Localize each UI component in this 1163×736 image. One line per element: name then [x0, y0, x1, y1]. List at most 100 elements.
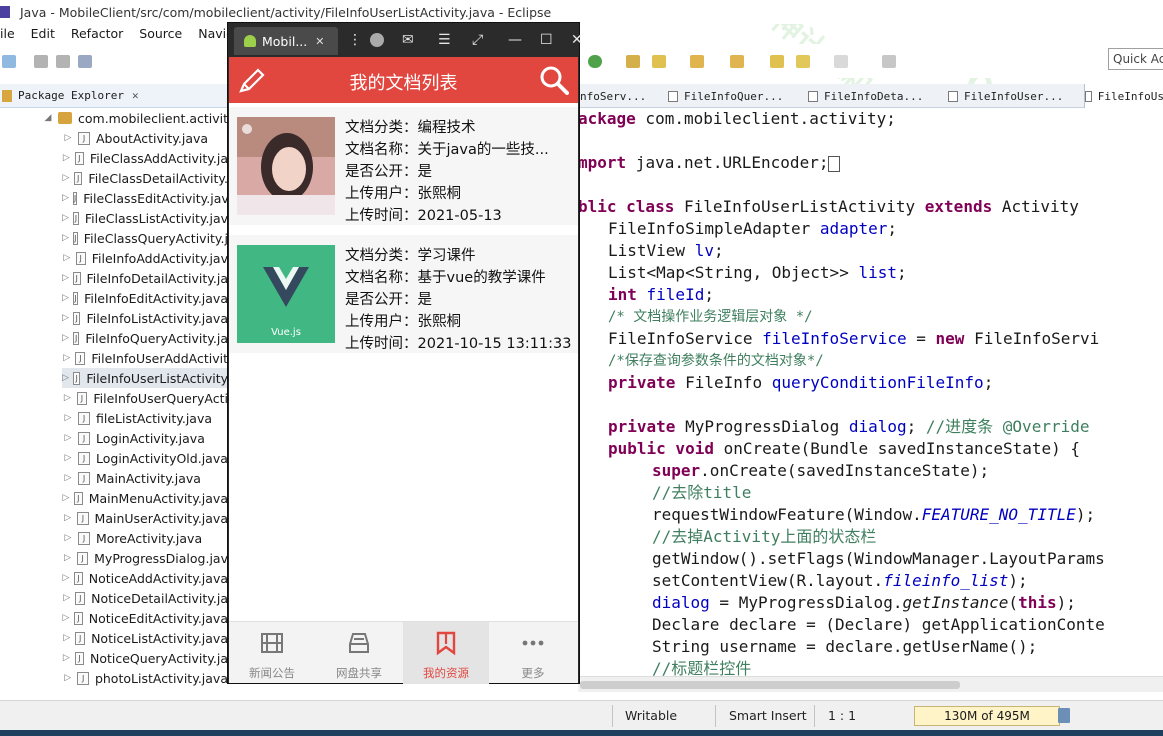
file-node[interactable]: ▷ J NoticeQueryActivity.ja — [62, 648, 228, 668]
minimize-icon[interactable]: — — [508, 32, 522, 48]
expand-arrow-icon[interactable]: ▷ — [62, 393, 73, 403]
save-all-icon[interactable] — [56, 55, 70, 68]
expand-arrow-icon[interactable]: ▷ — [62, 253, 72, 263]
editor-tab-active[interactable]: FileInfoUs — [1084, 84, 1163, 108]
expand-arrow-icon[interactable]: ▷ — [62, 493, 70, 503]
expand-arrow-icon[interactable]: ▷ — [62, 213, 69, 223]
expand-arrow-icon[interactable]: ▷ — [62, 673, 73, 683]
package-node[interactable]: ◢ com.mobileclient.activity — [42, 108, 228, 128]
editor-tab[interactable]: FileInfoUser... — [948, 84, 1082, 108]
search-tool-icon[interactable] — [652, 55, 666, 68]
expand-arrow-icon[interactable]: ▷ — [62, 613, 70, 623]
file-node[interactable]: ▷ J LoginActivityOld.java — [62, 448, 228, 468]
expand-arrow-icon[interactable]: ▷ — [62, 293, 69, 303]
account-icon[interactable] — [370, 33, 384, 47]
file-node[interactable]: ▷ J AboutActivity.java — [62, 128, 228, 148]
fullscreen-icon[interactable]: ⤢ — [472, 32, 483, 48]
close-icon[interactable]: ✕ — [132, 89, 139, 102]
expand-arrow-icon[interactable]: ▷ — [62, 553, 73, 563]
expand-arrow-icon[interactable]: ▷ — [62, 353, 71, 363]
expand-arrow-icon[interactable]: ▷ — [62, 513, 73, 523]
new-icon[interactable] — [2, 55, 16, 68]
annotation-next-icon[interactable] — [690, 55, 704, 68]
expand-arrow-icon[interactable]: ▷ — [62, 433, 74, 443]
file-node[interactable]: ▷ J FileInfoUserAddActivit — [62, 348, 228, 368]
file-node[interactable]: ▷ J FileInfoUserListActivity — [62, 368, 228, 388]
expand-arrow-icon[interactable]: ▷ — [62, 533, 74, 543]
mail-icon[interactable]: ✉ — [402, 32, 414, 48]
file-node[interactable]: ▷ J FileInfoUserQueryActi — [62, 388, 228, 408]
expand-arrow-icon[interactable]: ▷ — [62, 453, 74, 463]
forward-icon[interactable] — [834, 55, 848, 68]
nav-my-resources[interactable]: 我的资源 — [403, 622, 489, 684]
file-node[interactable]: ▷ JfileListActivity.java — [62, 408, 228, 428]
garbage-collect-icon[interactable] — [1058, 708, 1070, 723]
open-type-icon[interactable] — [626, 55, 640, 68]
file-node[interactable]: ▷ J FileClassQueryActivity.j — [62, 228, 228, 248]
file-node[interactable]: ▷ J FileInfoQueryActivity.ja — [62, 328, 228, 348]
file-node[interactable]: ▷ J MainUserActivity.java — [62, 508, 228, 528]
emulator-tab[interactable]: Mobil... ✕ — [234, 27, 338, 55]
expand-arrow-icon[interactable]: ▷ — [62, 373, 69, 383]
menu-icon[interactable]: ☰ — [438, 32, 451, 48]
editor-tab[interactable]: nfoServ... — [580, 84, 666, 108]
expand-arrow-icon[interactable]: ▷ — [62, 133, 74, 143]
file-node[interactable]: ▷ J NoticeDetailActivity.ja — [62, 588, 228, 608]
last-edit-icon[interactable] — [770, 55, 784, 68]
expand-arrow-icon[interactable]: ▷ — [62, 173, 70, 183]
file-node[interactable]: ▷ J FileClassListActivity.jav — [62, 208, 228, 228]
heap-status[interactable]: 130M of 495M — [914, 706, 1060, 726]
file-node[interactable]: ▷ J NoticeAddActivity.java — [62, 568, 228, 588]
file-node[interactable]: ▷ J MainMenuActivity.java — [62, 488, 228, 508]
nav-share[interactable]: 网盘共享 — [316, 622, 402, 684]
expand-arrow-icon[interactable]: ▷ — [62, 153, 71, 163]
expand-arrow-icon[interactable]: ▷ — [62, 193, 69, 203]
editor-tab[interactable]: FileInfoQuer... — [668, 84, 804, 108]
search-icon[interactable] — [539, 65, 569, 95]
file-node[interactable]: ▷ J FileInfoDetailActivity.ja — [62, 268, 228, 288]
file-node[interactable]: ▷ J FileInfoAddActivity.jav — [62, 248, 228, 268]
file-node[interactable]: ▷ J MoreActivity.java — [62, 528, 228, 548]
back-icon[interactable] — [796, 55, 810, 68]
maximize-icon[interactable]: ☐ — [540, 32, 553, 48]
document-card[interactable]: 文档分类：学习课件 文档名称：基于vue的教学课件 是否公开：是 上传用户：张熙… — [229, 235, 578, 353]
file-node[interactable]: ▷ J NoticeListActivity.java — [62, 628, 228, 648]
annotation-prev-icon[interactable] — [730, 55, 744, 68]
expand-arrow-icon[interactable]: ▷ — [62, 633, 71, 643]
quick-access-input[interactable]: Quick Ac — [1108, 48, 1163, 70]
file-node[interactable]: ▷ J NoticeEditActivity.java — [62, 608, 228, 628]
open-perspective-icon[interactable] — [882, 55, 896, 68]
file-node[interactable]: ▷ J MainActivity.java — [62, 468, 228, 488]
expand-arrow-icon[interactable]: ▷ — [62, 593, 71, 603]
menu-edit[interactable]: Edit — [31, 26, 55, 41]
print-icon[interactable] — [78, 55, 92, 68]
scrollbar-thumb[interactable] — [580, 681, 960, 689]
expand-arrow-icon[interactable]: ▷ — [62, 313, 69, 323]
close-icon[interactable]: ✕ — [571, 32, 583, 48]
menu-refactor[interactable]: Refactor — [71, 26, 123, 41]
expand-arrow-icon[interactable]: ▷ — [62, 273, 69, 283]
file-node[interactable]: ▷ J MyProgressDialog.jav — [62, 548, 228, 568]
save-icon[interactable] — [34, 55, 48, 68]
editor-horizontal-scrollbar[interactable] — [578, 676, 1163, 692]
nav-more[interactable]: 更多 — [490, 622, 576, 684]
expand-arrow-icon[interactable]: ▷ — [62, 413, 74, 423]
file-node[interactable]: ▷ J LoginActivity.java — [62, 428, 228, 448]
document-card[interactable]: 文档分类：编程技术 文档名称：关于java的一些技... 是否公开：是 上传用户… — [229, 107, 578, 225]
collapse-arrow-icon[interactable]: ◢ — [42, 113, 54, 123]
expand-arrow-icon[interactable]: ▷ — [62, 473, 74, 483]
menu-file[interactable]: ile — [0, 26, 15, 41]
editor-tab[interactable]: FileInfoDeta... — [808, 84, 944, 108]
expand-arrow-icon[interactable]: ▷ — [62, 333, 69, 343]
code-editor[interactable]: ackage com.mobileclient.activity; mport … — [578, 108, 1163, 676]
file-node[interactable]: ▷ J FileClassDetailActivity. — [62, 168, 228, 188]
file-node[interactable]: ▷ J FileInfoEditActivity.java — [62, 288, 228, 308]
run-icon[interactable] — [588, 55, 602, 68]
file-node[interactable]: ▷ J FileClassAddActivity.ja — [62, 148, 228, 168]
file-node[interactable]: ▷ JphotoListActivity.java — [62, 668, 228, 688]
file-node[interactable]: ▷ J FileInfoListActivity.java — [62, 308, 228, 328]
nav-news[interactable]: 新闻公告 — [229, 622, 315, 684]
tab-close-icon[interactable]: ✕ — [315, 35, 324, 48]
expand-arrow-icon[interactable]: ▷ — [62, 233, 69, 243]
file-node[interactable]: ▷ J FileClassEditActivity.jav — [62, 188, 228, 208]
